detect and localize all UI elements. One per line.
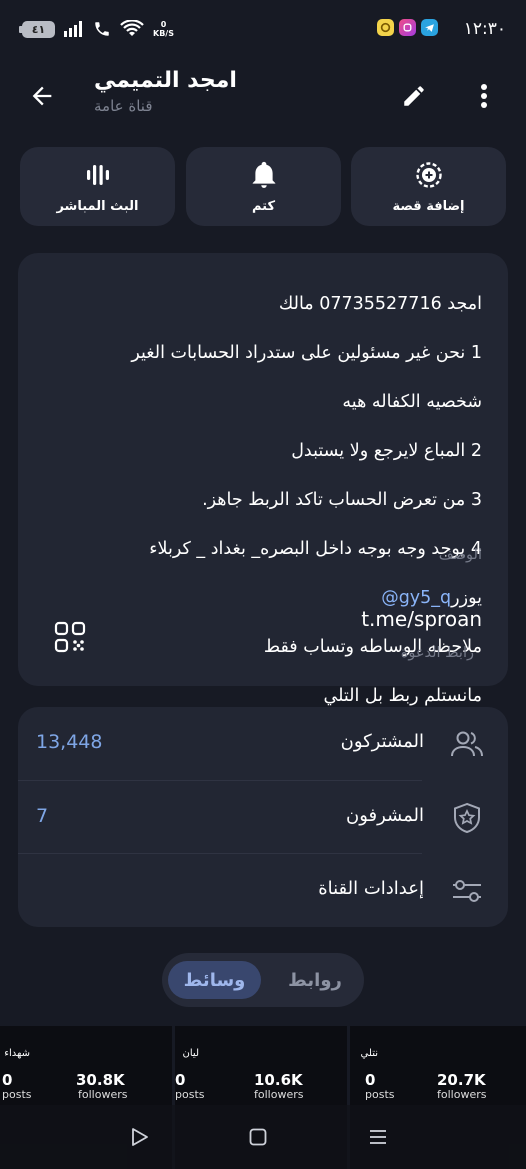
description-label: الوصف bbox=[438, 547, 482, 563]
description-line: امجد 07735527716 مالك bbox=[278, 293, 482, 314]
mute-label: كتم bbox=[251, 199, 276, 214]
description-line: 2 المباع لايرجع ولا يستبدل bbox=[291, 440, 482, 461]
media-item-followers-label: followers bbox=[78, 1088, 128, 1101]
channel-description: امجد 07735527716 مالك 1 نحن غير مسئولين … bbox=[32, 267, 482, 733]
media-item-name: ليان bbox=[182, 1048, 199, 1059]
media-item-name: نتلي bbox=[360, 1048, 378, 1059]
media-item-name: شهداء bbox=[4, 1048, 30, 1059]
media-item-followers-label: followers bbox=[437, 1088, 487, 1101]
speed-unit: KB/S bbox=[153, 29, 174, 38]
channel-type: قناة عامة bbox=[94, 97, 153, 115]
channel-settings-label: إعدادات القناة bbox=[318, 878, 424, 899]
speed-value: 0 bbox=[160, 20, 167, 29]
media-item-posts-label: posts bbox=[175, 1088, 205, 1101]
bell-icon bbox=[252, 161, 275, 188]
description-line: مانستلم ربط بل التلي bbox=[323, 685, 482, 706]
media-item-followers: 10.6K bbox=[254, 1071, 303, 1089]
shield-star-icon bbox=[454, 802, 480, 834]
arrow-left-icon bbox=[32, 86, 52, 106]
battery-indicator: ٤١ bbox=[19, 20, 55, 38]
menu-lines-icon bbox=[370, 1130, 386, 1144]
telegram-icon bbox=[421, 19, 438, 36]
subscribers-row[interactable]: المشتركون 13,448 bbox=[18, 707, 508, 780]
notification-icons bbox=[377, 19, 438, 36]
add-story-label: إضافة قصة bbox=[392, 199, 465, 214]
qr-code-icon bbox=[54, 621, 86, 653]
status-bar: ٤١ 0 KB/S ١٢:٣٠ bbox=[0, 0, 526, 62]
sliders-icon bbox=[453, 880, 481, 902]
media-item-posts-label: posts bbox=[365, 1088, 395, 1101]
status-left: ٤١ 0 KB/S bbox=[19, 20, 174, 38]
invite-link-label: رابط الدعوة bbox=[400, 645, 474, 661]
nav-home-button[interactable] bbox=[246, 1125, 270, 1149]
channel-title-block[interactable]: امجد التميمي قناة عامة bbox=[94, 68, 237, 115]
live-stream-icon bbox=[86, 165, 109, 185]
users-icon bbox=[451, 731, 483, 757]
channel-settings-row[interactable]: إعدادات القناة bbox=[18, 854, 508, 927]
live-stream-label: البث المباشر bbox=[56, 199, 139, 214]
mute-button[interactable]: كتم bbox=[186, 147, 341, 226]
media-item-followers: 30.8K bbox=[76, 1071, 125, 1089]
call-wifi-icon bbox=[95, 22, 109, 36]
notification-app-icon bbox=[399, 19, 416, 36]
signal-icon bbox=[64, 21, 82, 37]
more-options-button[interactable] bbox=[466, 78, 502, 114]
nav-back-button[interactable] bbox=[128, 1125, 152, 1149]
media-item-posts: 0 bbox=[2, 1071, 13, 1089]
media-item-followers-label: followers bbox=[254, 1088, 304, 1101]
more-vertical-icon bbox=[481, 84, 487, 108]
username-link[interactable]: @gy5_q bbox=[381, 588, 451, 608]
notification-app-icon bbox=[377, 19, 394, 36]
description-line: 3 من تعرض الحساب تاكد الربط جاهز. bbox=[202, 489, 482, 510]
add-story-button[interactable]: إضافة قصة bbox=[351, 147, 506, 226]
media-item-posts: 0 bbox=[175, 1071, 186, 1089]
edit-button[interactable] bbox=[396, 78, 432, 114]
clock: ١٢:٣٠ bbox=[463, 19, 506, 39]
media-tabs: وسائط روابط bbox=[162, 953, 364, 1007]
media-item-followers: 20.7K bbox=[437, 1071, 486, 1089]
nav-menu-button[interactable] bbox=[366, 1125, 390, 1149]
wifi-icon bbox=[120, 20, 144, 36]
username-prefix: يوزر bbox=[451, 587, 482, 608]
live-stream-button[interactable]: البث المباشر bbox=[20, 147, 175, 226]
system-navigation-bar bbox=[0, 1105, 526, 1169]
app-header: امجد التميمي قناة عامة bbox=[0, 62, 526, 134]
admins-count: 7 bbox=[36, 805, 49, 827]
description-line: 1 نحن غير مسئولين على ستدراد الحسابات ال… bbox=[131, 342, 482, 363]
admins-label: المشرفون bbox=[345, 805, 424, 826]
triangle-back-icon bbox=[132, 1128, 148, 1146]
qr-code-button[interactable] bbox=[54, 621, 86, 653]
channel-info-card: امجد 07735527716 مالك 1 نحن غير مسئولين … bbox=[18, 253, 508, 706]
invite-link[interactable]: t.me/sproan bbox=[361, 607, 482, 631]
pencil-icon bbox=[404, 86, 424, 106]
back-button[interactable] bbox=[24, 78, 60, 114]
channel-stats-card: المشتركون 13,448 المشرفون 7 إعدادات القن… bbox=[18, 707, 508, 927]
subscribers-label: المشتركون bbox=[340, 731, 424, 752]
tab-links[interactable]: روابط bbox=[272, 961, 358, 999]
description-line: شخصيه الكفاله هيه bbox=[342, 391, 482, 412]
square-home-icon bbox=[249, 1128, 267, 1146]
channel-title: امجد التميمي bbox=[94, 68, 237, 93]
subscribers-count: 13,448 bbox=[36, 731, 103, 753]
network-speed: 0 KB/S bbox=[153, 20, 174, 38]
media-item-posts: 0 bbox=[365, 1071, 376, 1089]
admins-row[interactable]: المشرفون 7 bbox=[18, 781, 508, 854]
media-item-posts-label: posts bbox=[2, 1088, 32, 1101]
add-story-icon bbox=[415, 162, 442, 188]
tab-media[interactable]: وسائط bbox=[168, 961, 261, 999]
description-line: 4 يوجد وجه بوجه داخل البصره_ بغداد _ كرب… bbox=[149, 538, 482, 559]
